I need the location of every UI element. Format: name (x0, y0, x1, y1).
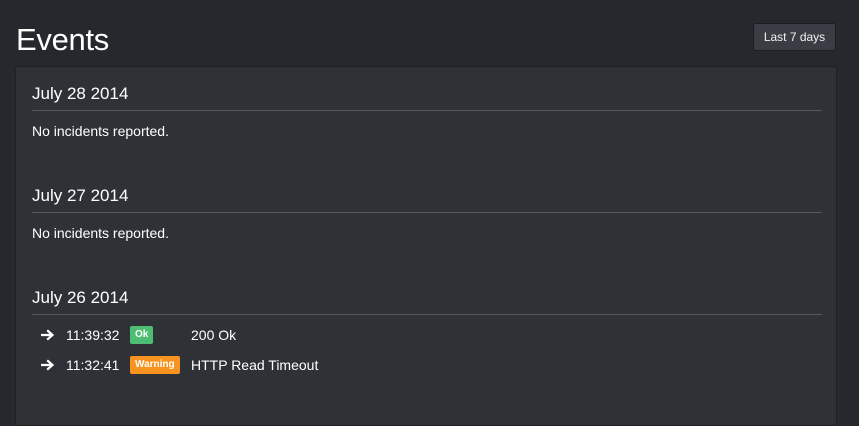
day-heading: July 27 2014 (32, 186, 822, 213)
event-row[interactable]: 11:39:32 Ok 200 Ok (32, 325, 822, 355)
no-incidents-message: No incidents reported. (32, 225, 169, 241)
day-section: July 28 2014 No incidents reported. (32, 84, 822, 139)
status-badge: Ok (130, 326, 154, 344)
event-list: 11:39:32 Ok 200 Ok 11:32:41 Warning HTTP… (32, 325, 822, 385)
events-panel: July 28 2014 No incidents reported. July… (15, 66, 837, 426)
event-message: HTTP Read Timeout (191, 357, 319, 373)
day-heading: July 28 2014 (32, 84, 822, 111)
day-heading: July 26 2014 (32, 288, 822, 315)
no-incidents-message: No incidents reported. (32, 123, 169, 139)
event-row[interactable]: 11:32:41 Warning HTTP Read Timeout (32, 355, 822, 385)
page-title: Events (16, 22, 109, 57)
date-range-button[interactable]: Last 7 days (753, 23, 836, 51)
arrow-right-icon (41, 359, 55, 371)
status-badge: Warning (130, 356, 180, 374)
event-time: 11:32:41 (66, 357, 120, 373)
event-time: 11:39:32 (66, 327, 120, 343)
event-message: 200 Ok (191, 327, 237, 343)
day-section: July 27 2014 No incidents reported. (32, 186, 822, 241)
page-header: Events Last 7 days (0, 0, 859, 66)
arrow-right-icon (41, 329, 55, 341)
day-section: July 26 2014 11:39:32 Ok 200 Ok 11:32:41… (32, 288, 822, 374)
